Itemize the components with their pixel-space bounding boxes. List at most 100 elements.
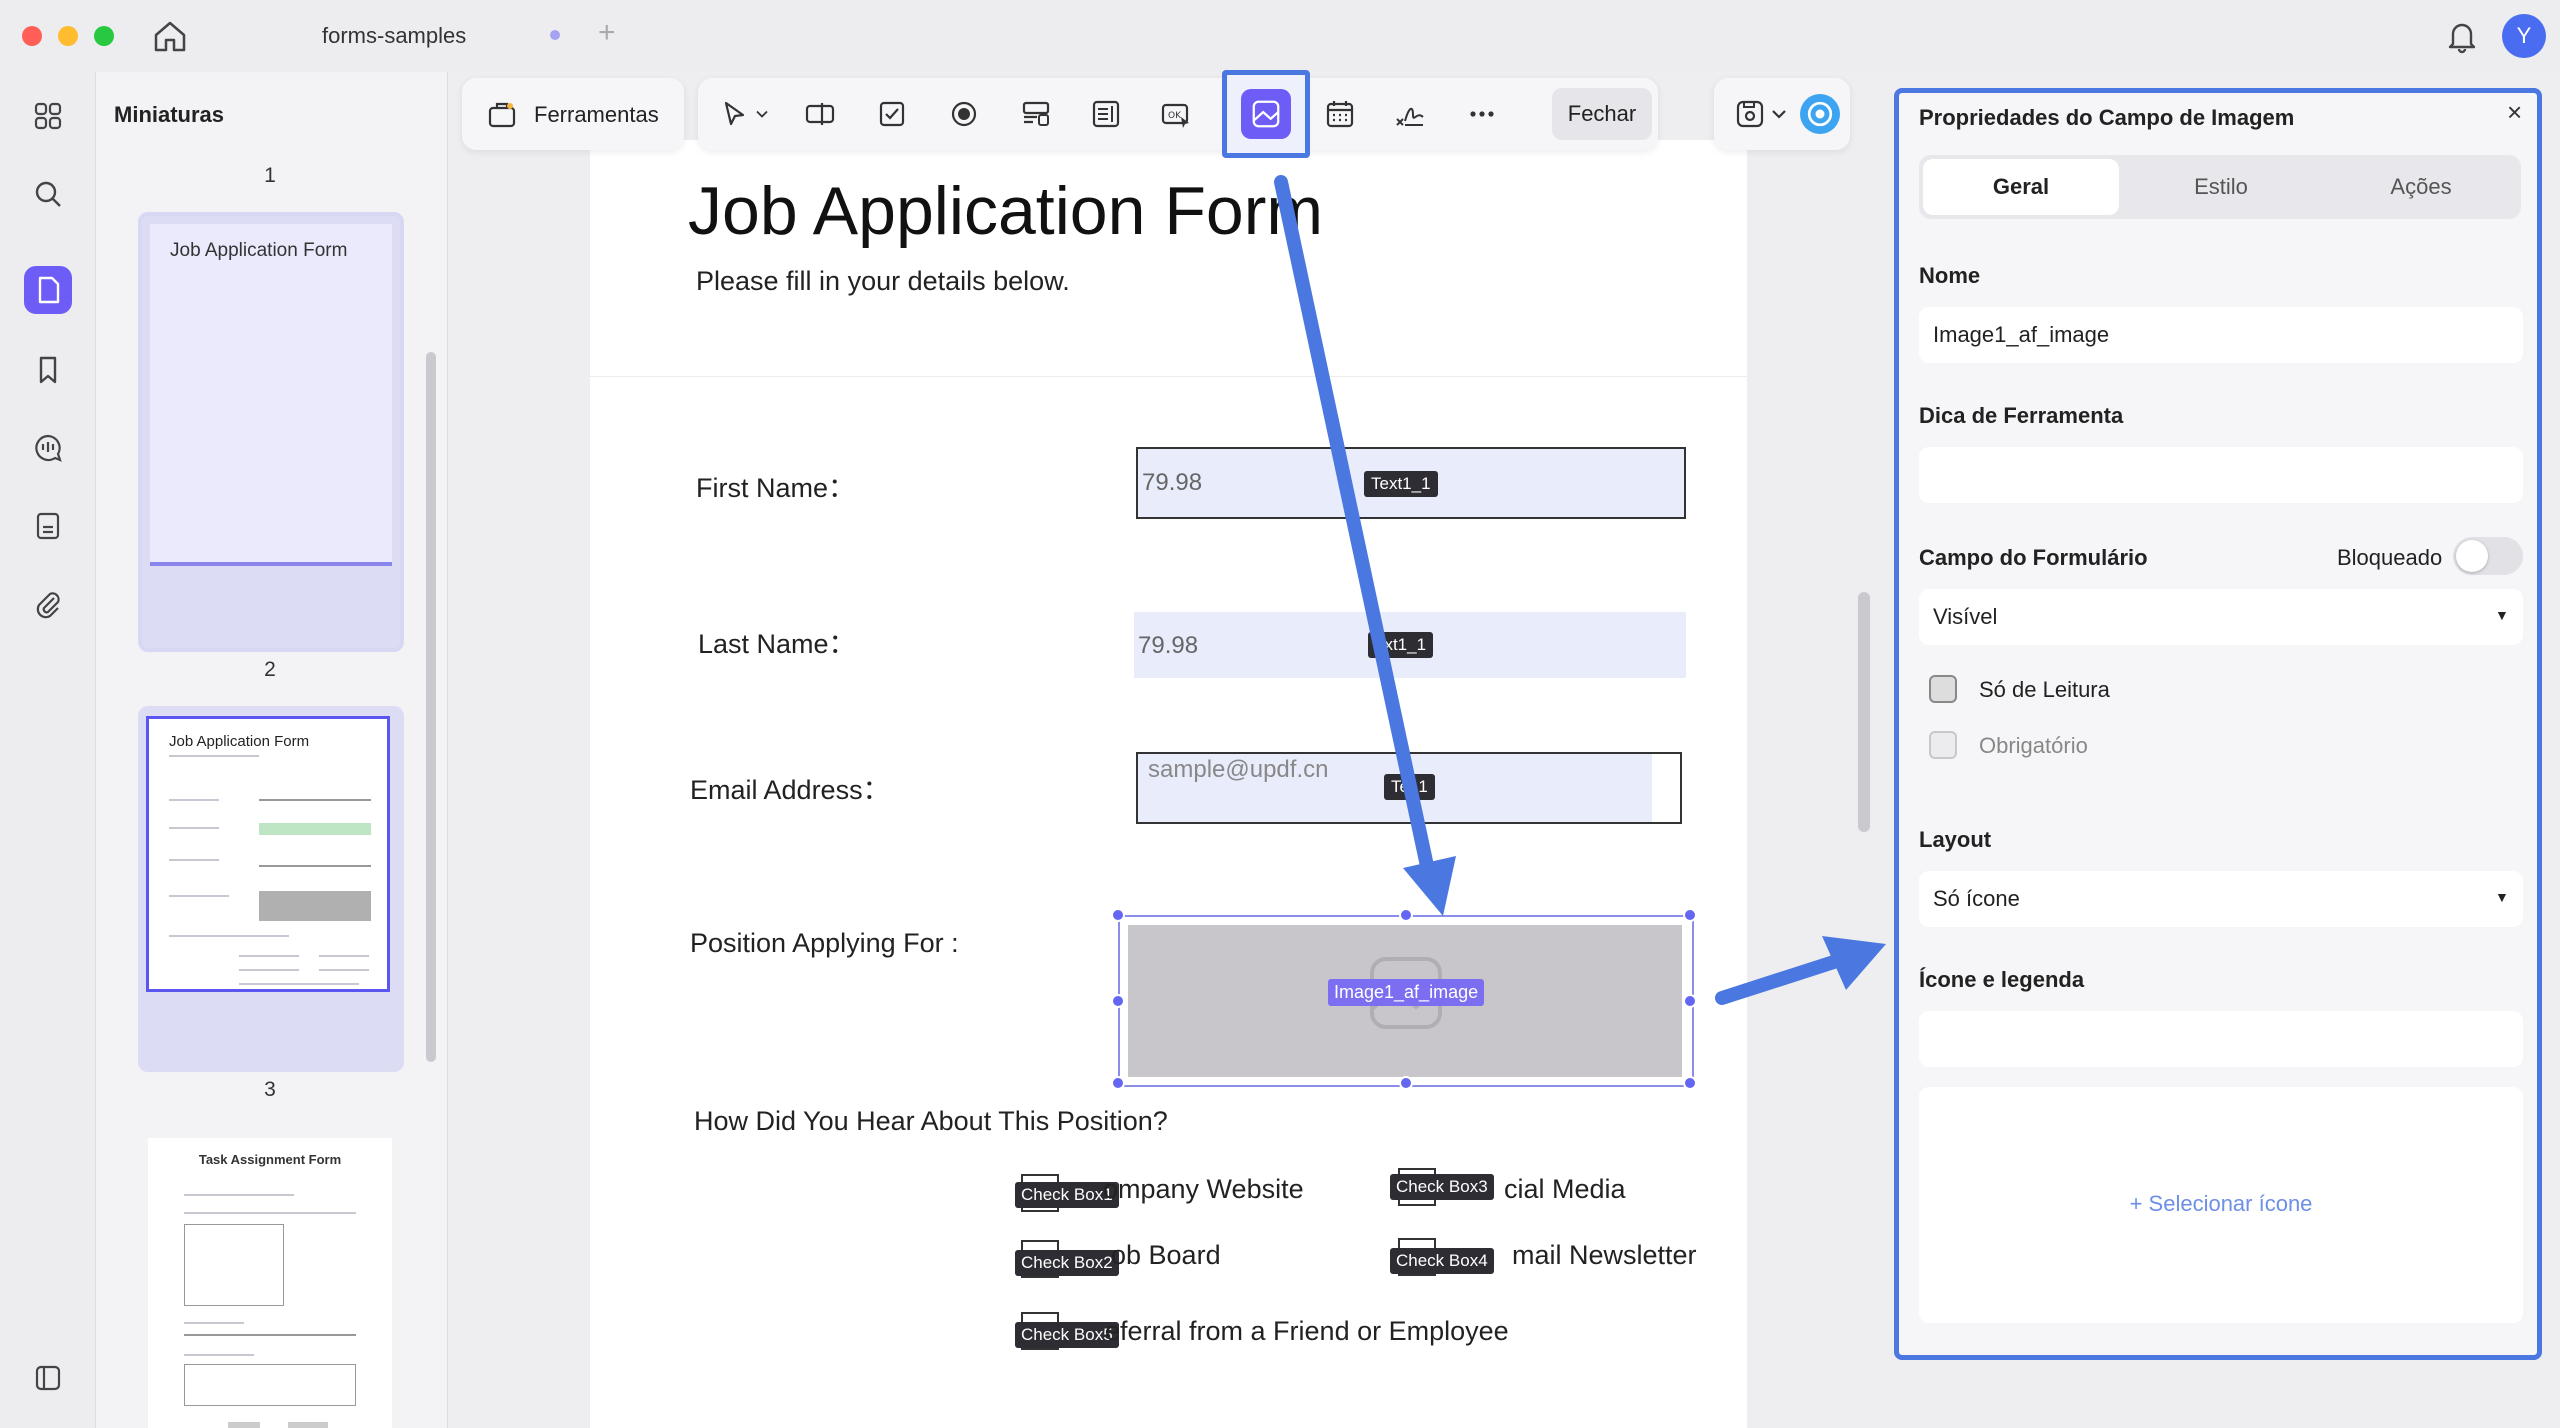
image-field-selection[interactable]: Image1_af_image — [1111, 908, 1697, 1090]
unsaved-dot — [550, 30, 560, 40]
last-name-label: Last Name： — [698, 629, 856, 659]
search-icon[interactable] — [24, 170, 72, 218]
checkbox-tag: Check Box3 — [1390, 1174, 1494, 1200]
thumbnails-icon[interactable] — [24, 266, 72, 314]
button-tool-icon[interactable]: OK — [1154, 92, 1198, 136]
image-icon — [1241, 89, 1291, 139]
user-avatar[interactable]: Y — [2502, 14, 2546, 58]
resize-handle[interactable] — [1683, 1076, 1697, 1090]
required-label: Obrigatório — [1979, 733, 2088, 758]
bell-icon[interactable] — [2444, 18, 2480, 54]
name-input[interactable]: Image1_af_image — [1919, 307, 2523, 363]
select-icon-button[interactable]: + Selecionar ícone — [1919, 1191, 2523, 1217]
tab-general[interactable]: Geral — [1923, 159, 2119, 215]
radio-button-icon[interactable] — [942, 92, 986, 136]
checkbox-label: mail Newsletter — [1512, 1240, 1697, 1270]
thumbnail-page-4[interactable]: Task Assignment Form — [148, 1138, 392, 1428]
resize-handle[interactable] — [1683, 908, 1697, 922]
layout-select[interactable]: Só ícone ▼ — [1919, 871, 2523, 927]
checkbox-label: ob Board — [1111, 1240, 1221, 1270]
panel-toggle-icon[interactable] — [24, 1354, 72, 1402]
locked-label: Bloqueado — [2337, 545, 2443, 570]
field-name-tag: Text1_1 — [1364, 471, 1438, 497]
checkbox-tag: Check Box4 — [1390, 1248, 1494, 1274]
minimize-window-button[interactable] — [58, 26, 78, 46]
icon-caption-input[interactable] — [1919, 1011, 2523, 1067]
new-tab-button[interactable]: + — [598, 16, 616, 50]
thumbnails-title: Miniaturas — [114, 102, 225, 127]
date-field-icon[interactable] — [1318, 92, 1362, 136]
zoom-window-button[interactable] — [94, 26, 114, 46]
required-checkbox[interactable] — [1929, 731, 1957, 759]
image-field-properties-panel: Propriedades do Campo de Imagem × Geral … — [1894, 88, 2542, 1360]
checkbox-tool-icon[interactable] — [870, 92, 914, 136]
resize-handle[interactable] — [1111, 1076, 1125, 1090]
thumb-number: 3 — [264, 1078, 276, 1101]
document-tab-title[interactable]: forms-samples — [322, 23, 466, 49]
thumb-heading: Job Application Form — [169, 733, 310, 750]
tooltip-label: Dica de Ferramenta — [1919, 403, 2124, 428]
document-scrollbar[interactable] — [1858, 592, 1870, 832]
image-field-tag: Image1_af_image — [1328, 979, 1485, 1006]
checkbox-label: eferral from a Friend or Employee — [1105, 1316, 1509, 1346]
close-button[interactable]: Fechar — [1552, 88, 1652, 140]
resize-handle[interactable] — [1399, 1076, 1413, 1090]
image-field-tool-button[interactable] — [1222, 70, 1310, 158]
comments-icon[interactable] — [24, 424, 72, 472]
tab-actions[interactable]: Ações — [2323, 159, 2519, 215]
readonly-checkbox[interactable] — [1929, 675, 1957, 703]
checkbox-tag: Check Box2 — [1015, 1250, 1119, 1276]
email-field[interactable]: sample@updf.cn Te 1 — [1136, 752, 1682, 824]
pdf-page: Job Application Form Please fill in your… — [590, 140, 1747, 1428]
readonly-label: Só de Leitura — [1979, 677, 2110, 702]
more-options-icon[interactable] — [1460, 92, 1504, 136]
home-icon[interactable] — [150, 18, 190, 54]
thumb-number: 2 — [264, 658, 276, 681]
position-label: Position Applying For : — [690, 928, 959, 958]
resize-handle[interactable] — [1683, 994, 1697, 1008]
visibility-select[interactable]: Visível ▼ — [1919, 589, 2523, 645]
title-bar: forms-samples + Y — [0, 0, 2560, 72]
signature-field-icon[interactable] — [1388, 92, 1432, 136]
bookmark-icon[interactable] — [24, 346, 72, 394]
first-name-value: 79.98 — [1142, 469, 1203, 496]
paperclip-icon[interactable] — [24, 580, 72, 628]
resize-handle[interactable] — [1111, 908, 1125, 922]
thumbnail-page-3[interactable]: Job Application Form — [138, 706, 404, 1072]
chevron-down-icon[interactable] — [750, 92, 774, 136]
last-name-field[interactable]: 79.98 ext1_1 — [1134, 612, 1686, 678]
ai-assistant-icon[interactable] — [1800, 94, 1840, 134]
resize-handle[interactable] — [1399, 908, 1413, 922]
text-field-icon[interactable] — [798, 92, 842, 136]
chevron-down-icon[interactable] — [1768, 102, 1790, 126]
tools-button[interactable]: Ferramentas — [462, 78, 684, 150]
icon-drop-area[interactable]: + Selecionar ícone — [1919, 1087, 2523, 1323]
close-window-button[interactable] — [22, 26, 42, 46]
apps-grid-icon[interactable] — [24, 92, 72, 140]
field-name-tag: ext1_1 — [1368, 632, 1434, 658]
thumbnail-page-2[interactable]: Job Application Form — [138, 212, 404, 652]
tooltip-input[interactable] — [1919, 447, 2523, 503]
list-box-icon[interactable] — [1084, 92, 1128, 136]
locked-toggle[interactable] — [2453, 537, 2523, 575]
thumbnails-scrollbar[interactable] — [426, 352, 436, 1062]
toolbox-icon — [486, 98, 518, 130]
layout-label: Layout — [1919, 827, 1992, 852]
field-name-tag: Te 1 — [1384, 774, 1435, 800]
left-rail — [0, 72, 96, 1428]
layout-value: Só ícone — [1933, 886, 2020, 911]
first-name-field[interactable]: 79.98 Text1_1 — [1136, 447, 1686, 519]
form-title: Job Application Form — [688, 173, 1323, 249]
thumbnails-panel: Miniaturas 1 Job Application Form 2 Job … — [96, 72, 448, 1428]
save-icon[interactable] — [1732, 96, 1768, 132]
form-field-label: Campo do Formulário — [1919, 545, 2148, 570]
first-name-label: First Name： — [696, 473, 856, 503]
attachments-list-icon[interactable] — [24, 502, 72, 550]
form-toolbar: OK Fechar — [698, 70, 1658, 158]
combo-box-icon[interactable] — [1014, 92, 1058, 136]
tab-style[interactable]: Estilo — [2123, 159, 2319, 215]
email-label: Email Address： — [690, 775, 890, 805]
close-icon[interactable]: × — [2507, 97, 2522, 128]
resize-handle[interactable] — [1111, 994, 1125, 1008]
thumb-heading: Job Application Form — [170, 240, 348, 261]
